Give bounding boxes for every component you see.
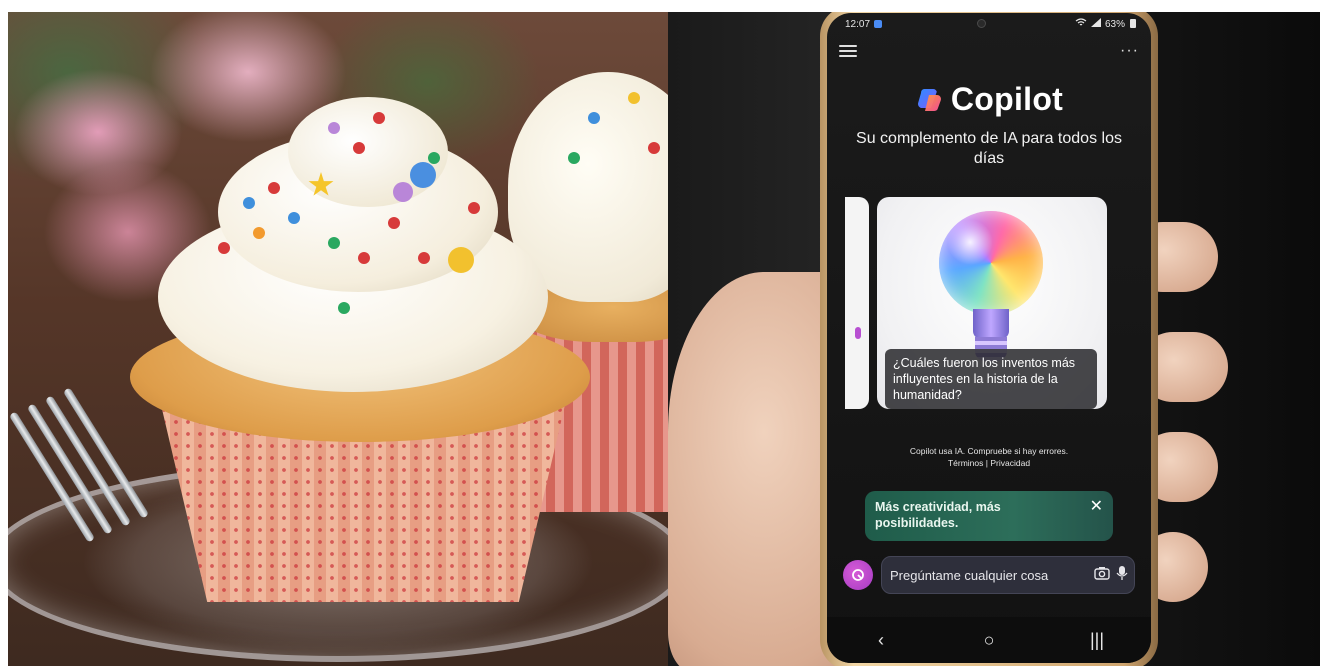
prompt-input[interactable]: Pregúntame cualquier cosa (881, 556, 1135, 594)
system-nav-bar: ‹ ○ ||| (827, 617, 1151, 663)
app-brand: Copilot (827, 81, 1151, 118)
status-time: 12:07 (845, 18, 871, 30)
previous-suggestion-card[interactable] (845, 197, 869, 409)
message-composer: Pregúntame cualquier cosa (843, 555, 1135, 595)
frosting-top (288, 97, 448, 207)
fork (8, 387, 150, 562)
top-bar: ··· (839, 41, 1139, 61)
disclaimer-text: Copilot usa IA. Compruebe si hay errores… (909, 446, 1069, 456)
phone-screen: 12:07 63% ··· Copilot Su complemento de … (827, 13, 1151, 663)
ai-disclaimer: Copilot usa IA. Compruebe si hay errores… (827, 445, 1151, 469)
microphone-icon[interactable] (1116, 565, 1128, 586)
close-icon[interactable]: ✕ (1090, 499, 1103, 515)
cupcake-photo (8, 12, 668, 666)
link-separator: | (985, 458, 988, 468)
copilot-avatar-icon[interactable] (843, 560, 873, 590)
battery-level: 63% (1104, 18, 1125, 30)
notification-icon (874, 20, 883, 28)
tagline: Su complemento de IA para todos los días (856, 130, 1122, 167)
nav-back-button[interactable]: ‹ (861, 630, 901, 651)
prompt-placeholder: Pregúntame cualquier cosa (890, 567, 1049, 583)
camera-icon[interactable] (1094, 566, 1110, 585)
copilot-logo-icon (915, 86, 943, 114)
lightbulb-image (939, 211, 1043, 315)
suggestion-card[interactable]: ¿Cuáles fueron los inventos más influyen… (877, 197, 1107, 409)
battery-icon (1129, 18, 1137, 31)
more-options-icon[interactable]: ··· (1120, 43, 1139, 59)
app-title: Copilot (950, 81, 1064, 117)
phone-photo: 12:07 63% ··· Copilot Su complemento de … (668, 12, 1320, 666)
lightbulb-neck (973, 309, 1009, 339)
smartphone: 12:07 63% ··· Copilot Su complemento de … (820, 12, 1158, 666)
nav-recents-button[interactable]: ||| (1077, 630, 1117, 651)
terms-link[interactable]: Términos (948, 458, 983, 468)
signal-icon (1090, 18, 1101, 30)
privacy-link[interactable]: Privacidad (990, 458, 1030, 468)
wifi-icon (1075, 18, 1087, 30)
suggestion-text: ¿Cuáles fueron los inventos más influyen… (885, 349, 1097, 409)
status-bar: 12:07 63% (827, 13, 1151, 35)
hamburger-menu-icon[interactable] (839, 45, 857, 57)
nav-home-button[interactable]: ○ (969, 630, 1009, 651)
promo-text: Más creatividad, más posibilidades. (875, 500, 1001, 530)
front-camera (977, 19, 986, 28)
promo-banner[interactable]: Más creatividad, más posibilidades. ✕ (865, 491, 1113, 541)
